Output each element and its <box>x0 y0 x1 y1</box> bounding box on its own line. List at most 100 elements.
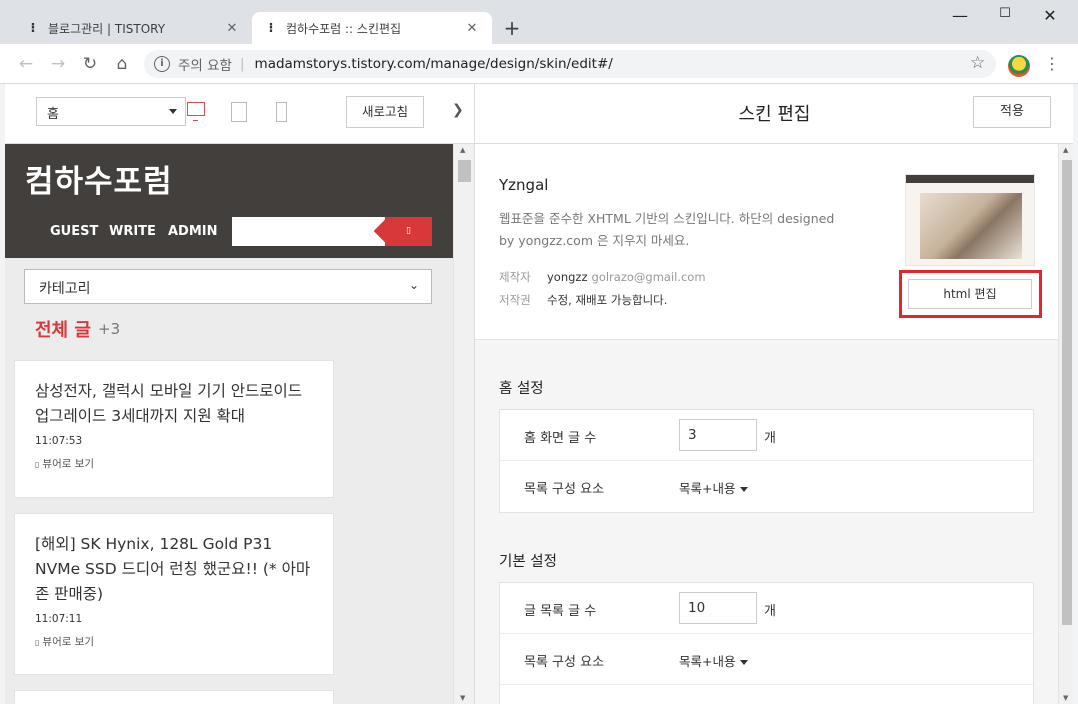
category-select[interactable]: 카테고리 ⌄ <box>24 269 432 304</box>
browser-toolbar: ← → ↻ ⌂ i 주의 요함 | madamstorys.tistory.co… <box>0 44 1078 84</box>
mobile-icon[interactable] <box>276 102 287 122</box>
caret-down-icon <box>740 487 749 492</box>
blog-preview: 컴하수포럼 GUEST WRITE ADMIN ▯ 카테고리 ⌄ 전체 글 +3… <box>5 144 453 704</box>
scroll-down-icon[interactable]: ▼ <box>1063 694 1068 702</box>
tab-blog-admin[interactable]: ⁝ 블로그관리 | TISTORY ✕ <box>14 12 252 44</box>
viewer-link[interactable]: ▯ 뷰어로 보기 <box>35 456 313 471</box>
back-arrow-icon[interactable]: ← <box>14 52 38 76</box>
apply-button[interactable]: 적용 <box>973 96 1051 128</box>
skin-thumbnail <box>905 174 1035 266</box>
html-edit-button[interactable]: html 편집 <box>908 279 1032 309</box>
copyright-value: 수정, 재배포 가능합니다. <box>547 293 668 307</box>
close-icon[interactable]: ✕ <box>464 21 480 36</box>
address-bar[interactable]: i 주의 요함 | madamstorys.tistory.com/manage… <box>144 50 996 78</box>
setting-unit: 개 <box>764 604 776 619</box>
tistory-icon: ⁝ <box>30 20 36 36</box>
setting-label: 홈 화면 글 수 <box>524 431 597 446</box>
page-select-value: 홈 <box>47 107 59 122</box>
address-separator: | <box>239 56 245 72</box>
nav-guest[interactable]: GUEST <box>50 224 98 239</box>
editor-body: Yzngal 웹표준을 준수한 XHTML 기반의 스킨입니다. 하단의 des… <box>475 144 1058 704</box>
editor-scrollbar[interactable]: ▲ ▼ <box>1058 144 1073 704</box>
post-title[interactable]: 삼성전자, 갤럭시 모바일 기기 안드로이드 업그레이드 3세대까지 지원 확대 <box>35 379 313 429</box>
home-post-count-input[interactable]: 3 <box>679 419 757 451</box>
nav-admin[interactable]: ADMIN <box>168 224 218 239</box>
setting-row: 홈 화면 글 수 3 개 <box>500 410 1033 461</box>
scroll-up-icon[interactable]: ▲ <box>460 146 465 154</box>
post-time: 11:07:11 <box>35 613 83 625</box>
skin-editor-pane: 스킨 편집 적용 Yzngal 웹표준을 준수한 XHTML 기반의 스킨입니다… <box>474 84 1073 704</box>
page-select[interactable]: 홈 <box>36 97 186 126</box>
skin-description: 웹표준을 준수한 XHTML 기반의 스킨입니다. 하단의 designed b… <box>499 211 835 248</box>
info-icon[interactable]: i <box>154 56 170 72</box>
preview-scrollbar[interactable]: ▲ ▼ <box>453 144 474 704</box>
maker-key: 제작자 <box>499 270 531 284</box>
viewer-icon: ▯ <box>35 460 40 469</box>
tistory-icon: ⁝ <box>268 20 274 36</box>
browser-window: ⁝ 블로그관리 | TISTORY ✕ ⁝ 컴하수포럼 :: 스킨편집 ✕ + … <box>0 0 1078 704</box>
chevron-right-icon[interactable]: ❯ <box>452 102 464 118</box>
viewer-link[interactable]: ▯ 뷰어로 보기 <box>35 634 313 649</box>
scroll-up-icon[interactable]: ▲ <box>1063 146 1068 154</box>
post-time: 11:07:53 <box>35 435 83 447</box>
caret-down-icon <box>169 109 177 114</box>
setting-unit: 개 <box>764 431 776 446</box>
list-type-dropdown[interactable]: 목록+내용 <box>679 651 749 670</box>
nav-write[interactable]: WRITE <box>109 224 156 239</box>
tab-skin-edit[interactable]: ⁝ 컴하수포럼 :: 스킨편집 ✕ <box>252 12 492 44</box>
scrollbar-thumb[interactable] <box>458 160 471 182</box>
minimize-icon[interactable]: — <box>940 6 980 30</box>
skin-copyright: 저작권 수정, 재배포 가능합니다. <box>499 292 667 308</box>
tablet-icon[interactable] <box>231 102 247 122</box>
extension-icon[interactable] <box>1008 55 1030 77</box>
viewer-icon: ▯ <box>35 638 40 647</box>
all-posts-label[interactable]: 전체 글 <box>35 316 91 342</box>
forward-arrow-icon[interactable]: → <box>46 52 70 76</box>
preview-pane: 홈 새로고침 ❯ 컴하수포럼 GUEST WRITE ADMIN ▯ 카테고리 … <box>5 84 474 704</box>
caret-down-icon <box>740 660 749 665</box>
search-icon: ▯ <box>406 226 411 236</box>
new-tab-button[interactable]: + <box>500 16 524 40</box>
chevron-down-icon: ⌄ <box>408 278 419 292</box>
setting-row: 글 목록 글 수 10 개 <box>500 583 1033 634</box>
home-settings-title: 홈 설정 <box>499 381 544 397</box>
post-card[interactable] <box>14 690 334 704</box>
url-text: madamstorys.tistory.com/manage/design/sk… <box>254 56 613 72</box>
bookmark-star-icon[interactable]: ☆ <box>970 53 985 73</box>
post-card[interactable]: [해외] SK Hynix, 128L Gold P31 NVMe SSD 드디… <box>14 513 334 675</box>
refresh-button[interactable]: 새로고침 <box>346 96 424 128</box>
home-list-type-dropdown[interactable]: 목록+내용 <box>679 478 749 497</box>
dropdown-value: 목록+내용 <box>679 654 736 669</box>
maximize-icon[interactable]: ☐ <box>985 6 1025 30</box>
all-posts-count: +3 <box>98 320 121 338</box>
scroll-down-icon[interactable]: ▼ <box>460 694 465 702</box>
blog-search-input[interactable] <box>232 217 385 246</box>
viewer-label: 뷰어로 보기 <box>42 458 95 470</box>
maker-email: golrazo@gmail.com <box>591 270 706 284</box>
blog-header: 컴하수포럼 GUEST WRITE ADMIN ▯ <box>5 144 453 258</box>
tab-title: 컴하수포럼 :: 스킨편집 <box>286 21 402 36</box>
setting-row: 목록 구성 요소 목록+내용 <box>500 461 1033 512</box>
reload-icon[interactable]: ↻ <box>78 52 102 76</box>
preview-toolbar: 홈 새로고침 ❯ <box>5 84 474 144</box>
copyright-key: 저작권 <box>499 293 531 307</box>
post-card[interactable]: 삼성전자, 갤럭시 모바일 기기 안드로이드 업그레이드 3세대까지 지원 확대… <box>14 360 334 498</box>
security-label: 주의 요함 <box>178 58 232 74</box>
skin-info: Yzngal 웹표준을 준수한 XHTML 기반의 스킨입니다. 하단의 des… <box>475 144 1058 340</box>
menu-dots-icon[interactable]: ⋮ <box>1044 54 1060 73</box>
desktop-icon[interactable] <box>187 102 205 121</box>
basic-settings-title: 기본 설정 <box>499 554 557 570</box>
home-icon[interactable]: ⌂ <box>110 52 134 76</box>
close-icon[interactable]: ✕ <box>224 21 240 36</box>
blog-search-button[interactable]: ▯ <box>385 217 432 246</box>
window-close-icon[interactable]: ✕ <box>1030 6 1070 30</box>
scrollbar-thumb[interactable] <box>1062 160 1072 625</box>
maker-name: yongzz <box>547 270 588 284</box>
page-content: 홈 새로고침 ❯ 컴하수포럼 GUEST WRITE ADMIN ▯ 카테고리 … <box>5 84 1073 704</box>
list-post-count-input[interactable]: 10 <box>679 592 757 624</box>
tab-strip: ⁝ 블로그관리 | TISTORY ✕ ⁝ 컴하수포럼 :: 스킨편집 ✕ + … <box>0 0 1078 44</box>
blog-title[interactable]: 컴하수포럼 <box>25 156 173 201</box>
category-select-value: 카테고리 <box>39 281 91 297</box>
editor-header: 스킨 편집 적용 <box>475 84 1073 144</box>
post-title[interactable]: [해외] SK Hynix, 128L Gold P31 NVMe SSD 드디… <box>35 532 313 607</box>
